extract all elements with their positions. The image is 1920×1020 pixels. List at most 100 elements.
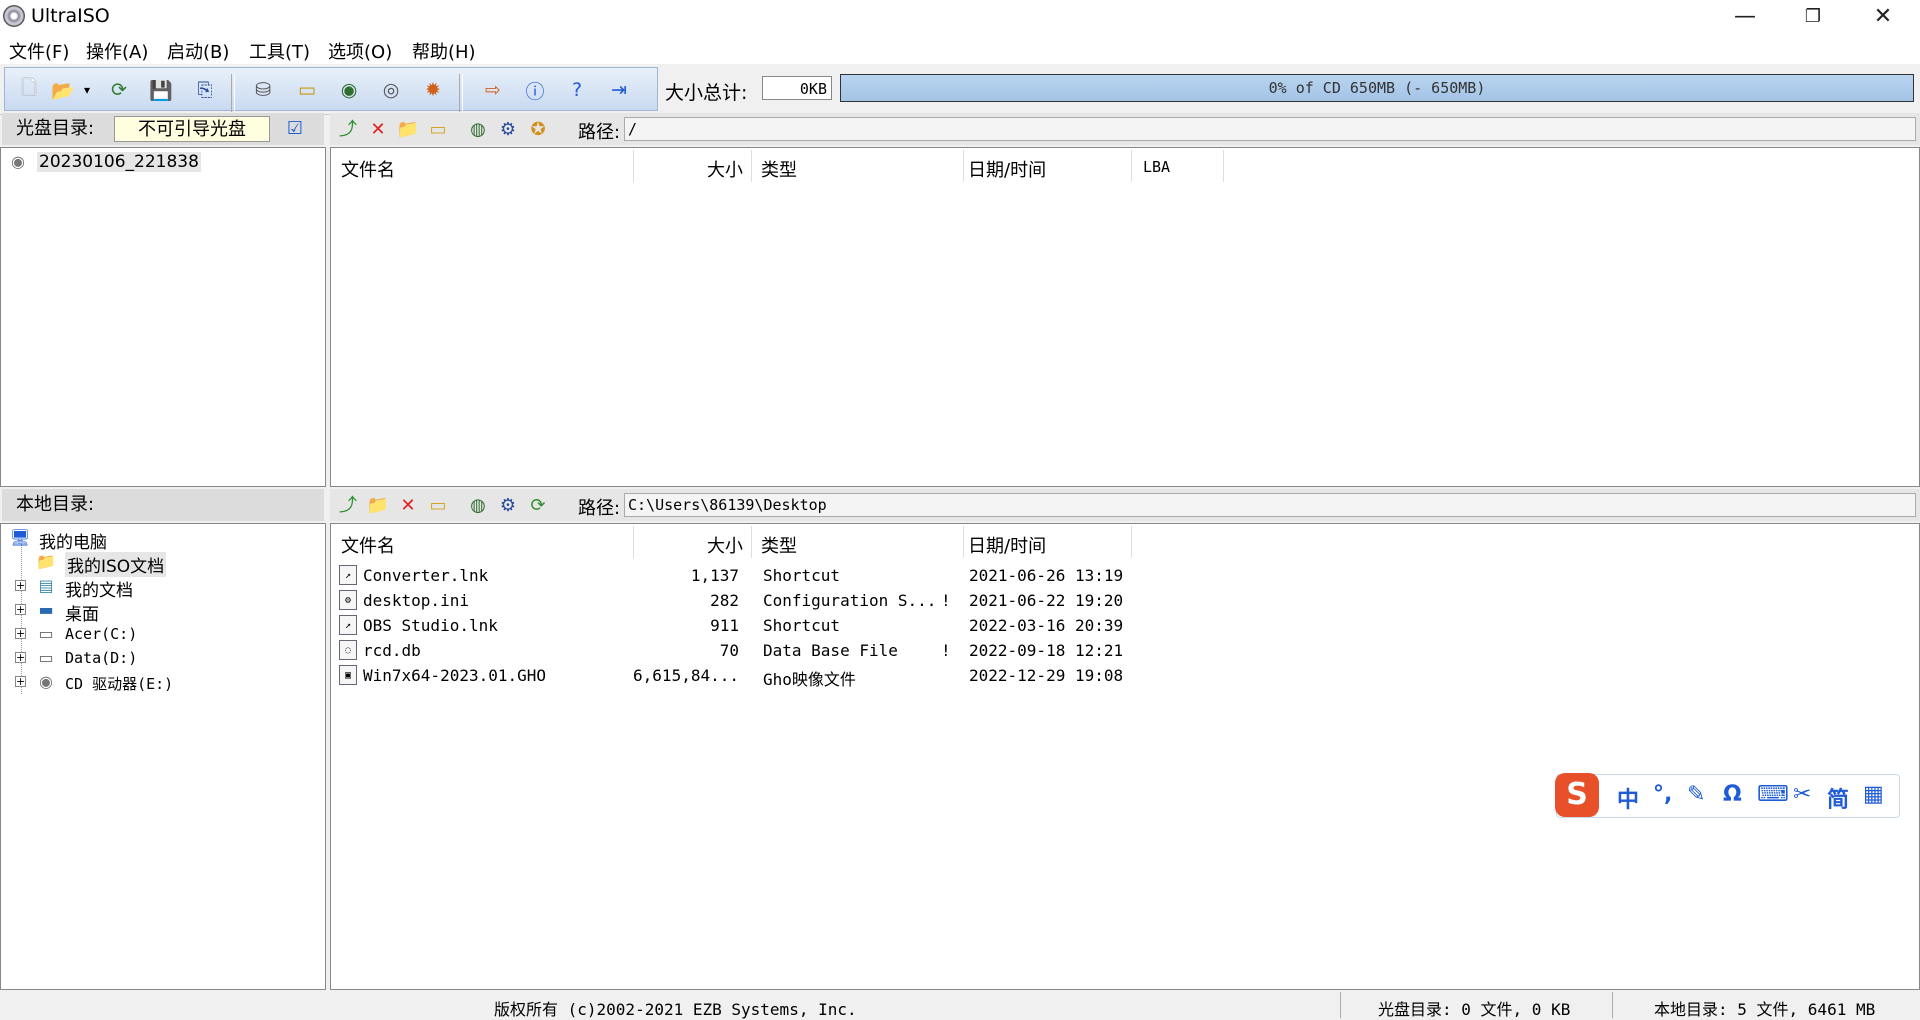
- ime-punctuation-icon[interactable]: °,: [1653, 782, 1672, 807]
- col-header-datetime[interactable]: 日期/时间: [968, 156, 1046, 182]
- file-row[interactable]: ◌ rcd.db 70 Data Base File ! 2022-09-18 …: [331, 639, 1919, 663]
- ime-symbols-icon[interactable]: Ω: [1723, 782, 1742, 807]
- menu-tools[interactable]: 工具(T): [249, 38, 310, 64]
- file-date: 2022-09-18 12:21: [969, 641, 1124, 660]
- delete-icon[interactable]: ✕: [366, 118, 390, 142]
- help-icon[interactable]: ?: [563, 76, 591, 104]
- save-as-icon[interactable]: ⎘: [191, 76, 219, 104]
- ime-screenshot-icon[interactable]: ✂: [1793, 782, 1811, 807]
- expand-toggle[interactable]: +: [15, 652, 26, 663]
- status-divider: [1340, 992, 1341, 1018]
- extract-cd-icon[interactable]: ⟳: [105, 76, 133, 104]
- expand-toggle[interactable]: +: [15, 604, 26, 615]
- column-divider: [633, 526, 634, 558]
- properties-gear-icon[interactable]: ⚙: [496, 494, 520, 518]
- tree-item-desktop[interactable]: 桌面: [65, 600, 99, 625]
- up-folder-icon[interactable]: ⤴: [336, 494, 360, 518]
- tree-item-my-iso-docs[interactable]: 我的ISO文档: [65, 552, 167, 577]
- toolbar-button-group: 🗋 📂 ▾ ⟳ 💾 ⎘ ⛁ ▭ ◉ ◎ ✹ ⇨ ⓘ ? ⇥: [4, 67, 658, 112]
- boot-info-icon[interactable]: ✪: [526, 118, 550, 142]
- tree-item-cd-drive[interactable]: CD 驱动器(E:): [65, 673, 173, 694]
- add-files-icon[interactable]: ◍: [466, 118, 490, 142]
- tree-item-drive-d[interactable]: Data(D:): [65, 649, 137, 667]
- menu-bar: 文件(F) 操作(A) 启动(B) 工具(T) 选项(O) 帮助(H): [0, 34, 1920, 64]
- open-dropdown-icon[interactable]: ▾: [73, 76, 101, 104]
- add-to-disc-icon[interactable]: ◍: [466, 494, 490, 518]
- capacity-bar: 0% of CD 650MB (- 650MB): [840, 74, 1914, 102]
- file-row[interactable]: ↗ OBS Studio.lnk 911 Shortcut 2022-03-16…: [331, 614, 1919, 638]
- file-type: Data Base File: [763, 641, 898, 660]
- file-row[interactable]: ▣ Win7x64-2023.01.GHO 6,615,84... Gho映像文…: [331, 664, 1919, 689]
- menu-file[interactable]: 文件(F): [9, 38, 69, 64]
- up-folder-icon[interactable]: ⤴: [336, 118, 360, 142]
- documents-icon: ▤: [38, 576, 54, 595]
- column-divider: [751, 150, 752, 182]
- menu-options[interactable]: 选项(O): [328, 38, 392, 64]
- col-header-size[interactable]: 大小: [707, 156, 743, 182]
- shortcut-icon: ↗: [339, 565, 357, 585]
- local-path-field[interactable]: C:\Users\86139\Desktop: [624, 493, 1916, 517]
- options-icon[interactable]: ⇨: [479, 76, 507, 104]
- refresh-icon[interactable]: ⟳: [526, 494, 550, 518]
- disc-summary: 光盘目录: 0 文件, 0 KB: [1378, 1000, 1571, 1019]
- exit-icon[interactable]: ⇥: [605, 76, 633, 104]
- menu-bootable[interactable]: 启动(B): [167, 38, 229, 64]
- ime-handwriting-icon[interactable]: ✎: [1687, 782, 1705, 807]
- delete-icon[interactable]: ✕: [396, 494, 420, 518]
- menu-actions[interactable]: 操作(A): [86, 38, 148, 64]
- menu-help[interactable]: 帮助(H): [412, 38, 476, 64]
- expand-toggle[interactable]: +: [15, 676, 26, 687]
- mount-virtual-drive-icon[interactable]: ◎: [377, 76, 405, 104]
- ime-menu-icon[interactable]: ▦: [1863, 782, 1884, 807]
- file-row[interactable]: ↗ Converter.lnk 1,137 Shortcut 2021-06-2…: [331, 564, 1919, 588]
- make-cd-image-icon[interactable]: ⛁: [249, 76, 277, 104]
- local-tree-pane: 🖥 我的电脑 📁 我的ISO文档 + ▤ 我的文档 + ▬ 桌面 + ▭ Ace…: [0, 523, 326, 990]
- new-folder-icon[interactable]: 📁: [366, 494, 390, 518]
- rename-icon[interactable]: ▭: [426, 494, 450, 518]
- file-date: 2022-03-16 20:39: [969, 616, 1124, 635]
- file-size: 6,615,84...: [633, 666, 739, 685]
- new-icon[interactable]: 🗋: [15, 76, 43, 104]
- settings-file-icon: ⚙: [339, 590, 357, 610]
- disc-root-item[interactable]: 20230106_221838: [37, 152, 201, 172]
- file-name: rcd.db: [363, 641, 421, 660]
- col-header-filename[interactable]: 文件名: [341, 532, 395, 558]
- new-folder-icon[interactable]: 📁: [396, 118, 420, 142]
- cd-drive-icon: ◉: [39, 672, 53, 691]
- tree-item-my-documents[interactable]: 我的文档: [65, 576, 133, 601]
- burn-image-icon[interactable]: ✹: [419, 76, 447, 104]
- col-header-type[interactable]: 类型: [761, 156, 797, 182]
- ime-keyboard-icon[interactable]: ⌨: [1757, 782, 1789, 807]
- col-header-filename[interactable]: 文件名: [341, 156, 395, 182]
- disc-tree-pane: ◉ 20230106_221838: [0, 147, 326, 487]
- burn-cd-icon[interactable]: ◉: [335, 76, 363, 104]
- expand-toggle[interactable]: +: [15, 628, 26, 639]
- properties-gear-icon[interactable]: ⚙: [496, 118, 520, 142]
- ime-chinese-mode[interactable]: 中: [1617, 782, 1639, 814]
- restore-button[interactable]: ❐: [1778, 0, 1848, 34]
- boot-status-field[interactable]: 不可引导光盘: [114, 116, 270, 142]
- file-date: 2022-12-29 19:08: [969, 666, 1124, 685]
- disc-path-label: 路径:: [578, 122, 621, 143]
- expand-toggle[interactable]: +: [15, 580, 26, 591]
- col-header-type[interactable]: 类型: [761, 532, 797, 558]
- minimize-button[interactable]: —: [1710, 0, 1780, 34]
- col-header-size[interactable]: 大小: [707, 532, 743, 558]
- properties-icon[interactable]: ⓘ: [521, 76, 549, 104]
- tree-item-drive-c[interactable]: Acer(C:): [65, 625, 137, 643]
- save-icon[interactable]: 💾: [147, 76, 175, 104]
- compress-image-icon[interactable]: ▭: [293, 76, 321, 104]
- ime-simplified-mode[interactable]: 简: [1827, 782, 1849, 814]
- local-directory-label: 本地目录:: [16, 494, 95, 515]
- sogou-logo-icon[interactable]: S: [1555, 773, 1599, 817]
- col-header-lba[interactable]: LBA: [1143, 158, 1170, 176]
- boot-check-icon[interactable]: ☑: [284, 118, 306, 142]
- close-button[interactable]: ✕: [1848, 0, 1918, 34]
- file-name: Win7x64-2023.01.GHO: [363, 666, 547, 685]
- rename-icon[interactable]: ▭: [426, 118, 450, 142]
- col-header-datetime[interactable]: 日期/时间: [968, 532, 1046, 558]
- title-bar: UltraISO — ❐ ✕: [0, 0, 1920, 34]
- disc-path-field[interactable]: /: [624, 117, 1916, 141]
- file-row[interactable]: ⚙ desktop.ini 282 Configuration S... ! 2…: [331, 589, 1919, 613]
- tree-item-my-computer[interactable]: 我的电脑: [39, 528, 107, 553]
